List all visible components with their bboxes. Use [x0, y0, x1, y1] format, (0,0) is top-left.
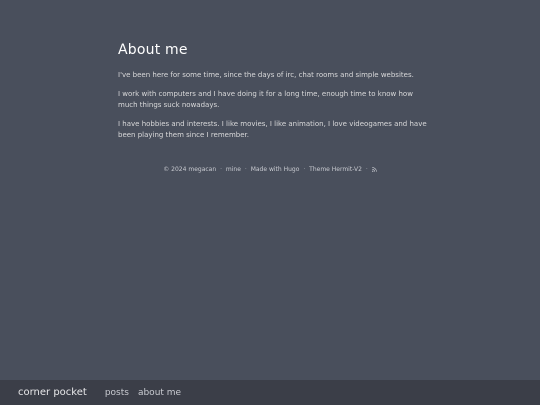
- about-paragraph-1: I've been here for some time, since the …: [118, 71, 414, 79]
- nav-item-posts[interactable]: posts: [105, 388, 129, 398]
- main-content: About me I've been here for some time, s…: [118, 42, 428, 149]
- bottom-nav-bar: corner pocket posts about me: [0, 380, 540, 405]
- about-paragraph-3: I have hobbies and interests. I like mov…: [118, 120, 427, 139]
- footer-hugo-link[interactable]: Made with Hugo: [251, 166, 300, 173]
- nav-item-about-me[interactable]: about me: [138, 388, 181, 398]
- page: About me I've been here for some time, s…: [0, 0, 540, 405]
- footer-mine-link[interactable]: mine: [226, 166, 241, 173]
- site-title-link[interactable]: corner pocket: [18, 387, 87, 398]
- page-title: About me: [118, 42, 188, 58]
- footer: © 2024 megacan · mine · Made with Hugo ·…: [0, 166, 540, 173]
- rss-icon[interactable]: [371, 167, 377, 172]
- footer-separator: ·: [365, 166, 368, 173]
- about-paragraph-2: I work with computers and I have doing i…: [118, 90, 413, 109]
- nav-menu: posts about me: [105, 388, 181, 398]
- footer-theme-link[interactable]: Theme Hermit-V2: [309, 166, 362, 173]
- footer-separator: ·: [220, 166, 222, 173]
- footer-copyright: © 2024 megacan: [163, 166, 217, 173]
- footer-separator: ·: [303, 166, 306, 173]
- footer-separator: ·: [244, 166, 247, 173]
